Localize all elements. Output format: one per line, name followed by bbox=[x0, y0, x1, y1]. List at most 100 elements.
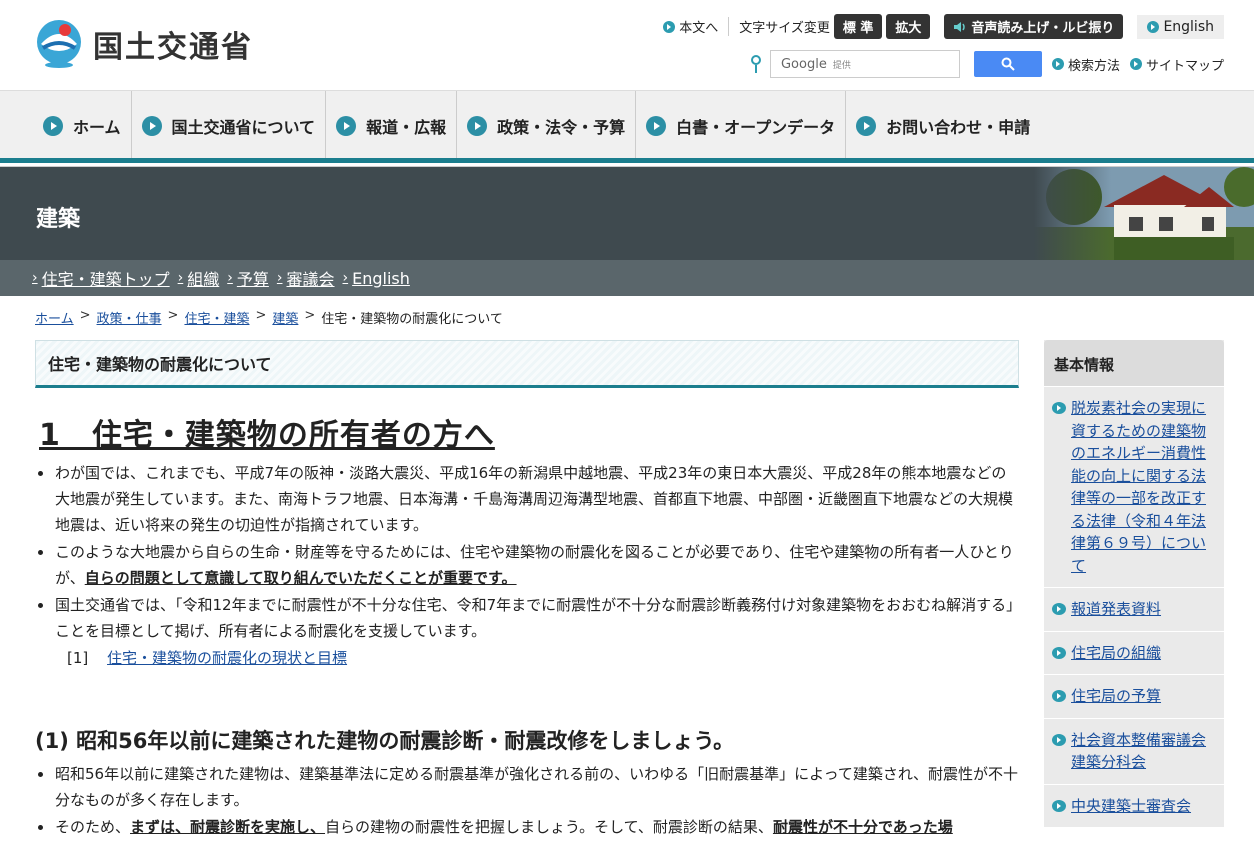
arrow-circle-icon bbox=[663, 20, 676, 33]
arrow-circle-icon bbox=[646, 115, 667, 136]
gnav-item-whitepaper[interactable]: 白書・オープンデータ bbox=[636, 90, 847, 161]
breadcrumb-architecture[interactable]: 建築 bbox=[272, 308, 298, 327]
breadcrumb: ホーム > 政策・仕事 > 住宅・建築 > 建築 > 住宅・建築物の耐震化につい… bbox=[35, 308, 503, 327]
arrow-circle-icon bbox=[336, 115, 357, 136]
utility-bar: 本文へ 文字サイズ変更 標 準 拡大 音声読み上げ・ルビ振り English bbox=[653, 14, 1224, 39]
gnav-label: 白書・オープンデータ bbox=[676, 117, 836, 137]
category-subnav: › 住宅・建築トップ › 組織 › 予算 › 審議会 › English bbox=[0, 260, 1254, 296]
list-item: 国土交通省では、「令和12年までに耐震性が不十分な住宅、令和7年までに耐震性が不… bbox=[35, 592, 1019, 644]
gnav-label: 国土交通省について bbox=[171, 117, 316, 137]
sidebar-item-council[interactable]: 社会資本整備審議会建築分科会 bbox=[1044, 717, 1224, 784]
text-span: 自らの建物の耐震性を把握しましょう。そして、耐震診断の結果、 bbox=[325, 818, 773, 836]
category-banner: 建築 bbox=[0, 167, 1254, 260]
subnav-label: English bbox=[352, 268, 410, 288]
arrow-circle-icon bbox=[1129, 58, 1142, 70]
arrow-circle-icon bbox=[43, 115, 63, 136]
breadcrumb-separator: > bbox=[255, 308, 267, 323]
text-span: そのため、 bbox=[55, 818, 131, 836]
sidebar-item-label[interactable]: 脱炭素社会の実現に資するための建築物のエネルギー消費性能の向上に関する法律等の一… bbox=[1071, 397, 1216, 577]
status-goals-link[interactable]: 住宅・建築物の耐震化の現状と目標 bbox=[107, 649, 347, 667]
subnav-item-english[interactable]: › English bbox=[343, 269, 410, 288]
sidebar-item-label[interactable]: 住宅局の組織 bbox=[1071, 642, 1161, 665]
search-button[interactable] bbox=[973, 51, 1042, 77]
list-item: 昭和56年以前に建築された建物は、建築基準法に定める耐震基準が強化される前の、い… bbox=[35, 761, 1019, 813]
arrow-circle-icon bbox=[1147, 20, 1160, 33]
font-size-standard-button[interactable]: 標 準 bbox=[833, 14, 883, 39]
arrow-circle-icon bbox=[1052, 603, 1066, 615]
subnav-item-budget[interactable]: › 予算 bbox=[227, 266, 269, 290]
search-help-label: 検索方法 bbox=[1067, 58, 1120, 74]
gnav-label: 政策・法令・予算 bbox=[497, 117, 626, 137]
sidebar-item-energy-law[interactable]: 脱炭素社会の実現に資するための建築物のエネルギー消費性能の向上に関する法律等の一… bbox=[1044, 386, 1224, 587]
arrow-circle-icon bbox=[1052, 646, 1066, 659]
sidebar-item-label[interactable]: 報道発表資料 bbox=[1071, 598, 1161, 621]
font-size-large-button[interactable]: 拡大 bbox=[886, 14, 931, 39]
list-item: そのため、まずは、耐震診断を実施し、自らの建物の耐震性を把握しましょう。そして、… bbox=[35, 814, 1019, 840]
gnav-item-about[interactable]: 国土交通省について bbox=[132, 90, 327, 161]
search-icon bbox=[1001, 57, 1015, 71]
subnav-item-organization[interactable]: › 組織 bbox=[178, 266, 220, 290]
sidebar-item-press-releases[interactable]: 報道発表資料 bbox=[1044, 587, 1224, 631]
chevron-right-icon: › bbox=[177, 270, 184, 286]
english-label: English bbox=[1163, 18, 1214, 35]
chevron-right-icon: › bbox=[342, 270, 349, 286]
list-item: このような大地震から自らの生命・財産等を守るためには、住宅や建築物の耐震化を図る… bbox=[35, 539, 1019, 591]
arrow-circle-icon bbox=[1052, 733, 1066, 746]
sidebar-item-label[interactable]: 社会資本整備審議会建築分科会 bbox=[1071, 729, 1216, 774]
arrow-circle-icon bbox=[856, 115, 877, 136]
subnav-item-housing-top[interactable]: › 住宅・建築トップ bbox=[32, 266, 170, 290]
subsection-list: 昭和56年以前に建築された建物は、建築基準法に定める耐震基準が強化される前の、い… bbox=[35, 761, 1019, 840]
gnav-item-contact[interactable]: お問い合わせ・申請 bbox=[846, 91, 1040, 161]
subnav-label: 審議会 bbox=[286, 270, 335, 289]
emphasis-text: 自らの問題として意識して取り組んでいただくことが重要です。 bbox=[84, 569, 517, 587]
subnav-label: 組織 bbox=[187, 270, 220, 289]
arrow-circle-icon bbox=[1052, 402, 1066, 414]
chevron-right-icon: › bbox=[227, 270, 233, 286]
breadcrumb-housing[interactable]: 住宅・建築 bbox=[184, 308, 249, 327]
subsection-heading: (1) 昭和56年以前に建築された建物の耐震診断・耐震改修をしましょう。 bbox=[35, 729, 735, 753]
sidebar-item-bureau-budget[interactable]: 住宅局の予算 bbox=[1044, 674, 1224, 718]
emphasis-text: 耐震性が不十分であった場 bbox=[772, 818, 953, 836]
speaker-icon bbox=[953, 21, 967, 33]
search-input[interactable]: Google 提供 bbox=[769, 50, 960, 78]
sidebar-item-label[interactable]: 住宅局の予算 bbox=[1071, 685, 1161, 708]
text-to-speech-button[interactable]: 音声読み上げ・ルビ振り bbox=[944, 14, 1124, 39]
breadcrumb-policy[interactable]: 政策・仕事 bbox=[97, 308, 162, 327]
search-help-link[interactable]: 検索方法 bbox=[1051, 55, 1120, 74]
breadcrumb-current: 住宅・建築物の耐震化について bbox=[321, 312, 503, 327]
mlit-logo[interactable]: 国土交通省 bbox=[35, 18, 253, 70]
site-header: 国土交通省 本文へ 文字サイズ変更 標 準 拡大 音声読み上げ・ルビ振り Eng… bbox=[0, 0, 1254, 90]
search-bar: Google 提供 検索方法 サイトマップ bbox=[750, 50, 1224, 78]
global-nav: ホーム 国土交通省について 報道・広報 政策・法令・予算 白書・オープンデータ … bbox=[0, 90, 1254, 161]
page-heading: 1 住宅・建築物の所有者の方へ bbox=[39, 418, 495, 453]
sidebar-item-label[interactable]: 中央建築士審査会 bbox=[1071, 795, 1191, 818]
sidebar-title: 基本情報 bbox=[1044, 340, 1224, 386]
breadcrumb-home[interactable]: ホーム bbox=[35, 308, 74, 327]
sidebar-item-bureau-organization[interactable]: 住宅局の組織 bbox=[1044, 630, 1224, 675]
logo-text: 国土交通省 bbox=[93, 30, 253, 65]
font-size-label: 文字サイズ変更 bbox=[728, 17, 830, 36]
skip-to-content-link[interactable]: 本文へ bbox=[663, 17, 718, 36]
search-placeholder: Google bbox=[780, 56, 827, 72]
chevron-right-icon: › bbox=[276, 270, 283, 286]
subnav-label: 予算 bbox=[236, 270, 269, 289]
emphasis-text: まずは、耐震診断を実施し、 bbox=[130, 818, 326, 836]
arrow-circle-icon bbox=[1052, 690, 1066, 702]
gnav-label: お問い合わせ・申請 bbox=[886, 117, 1031, 137]
section-title: 住宅・建築物の耐震化について bbox=[35, 340, 1019, 388]
mlit-logo-icon bbox=[35, 18, 83, 70]
sidebar-item-architect-board[interactable]: 中央建築士審査会 bbox=[1044, 783, 1224, 828]
tts-label: 音声読み上げ・ルビ振り bbox=[971, 21, 1115, 36]
related-link-row: [1] 住宅・建築物の耐震化の現状と目標 bbox=[35, 645, 1019, 671]
arrow-circle-icon bbox=[1052, 799, 1066, 812]
gnav-item-policy[interactable]: 政策・法令・予算 bbox=[457, 90, 637, 161]
breadcrumb-separator: > bbox=[79, 308, 91, 323]
subnav-item-council[interactable]: › 審議会 bbox=[277, 266, 335, 290]
arrow-circle-icon bbox=[141, 115, 162, 136]
english-link[interactable]: English bbox=[1137, 14, 1224, 39]
sitemap-link[interactable]: サイトマップ bbox=[1129, 55, 1224, 74]
gnav-item-press[interactable]: 報道・広報 bbox=[326, 90, 458, 161]
sitemap-label: サイトマップ bbox=[1145, 58, 1224, 74]
subnav-label: 住宅・建築トップ bbox=[41, 270, 170, 289]
gnav-item-home[interactable]: ホーム bbox=[33, 90, 132, 161]
